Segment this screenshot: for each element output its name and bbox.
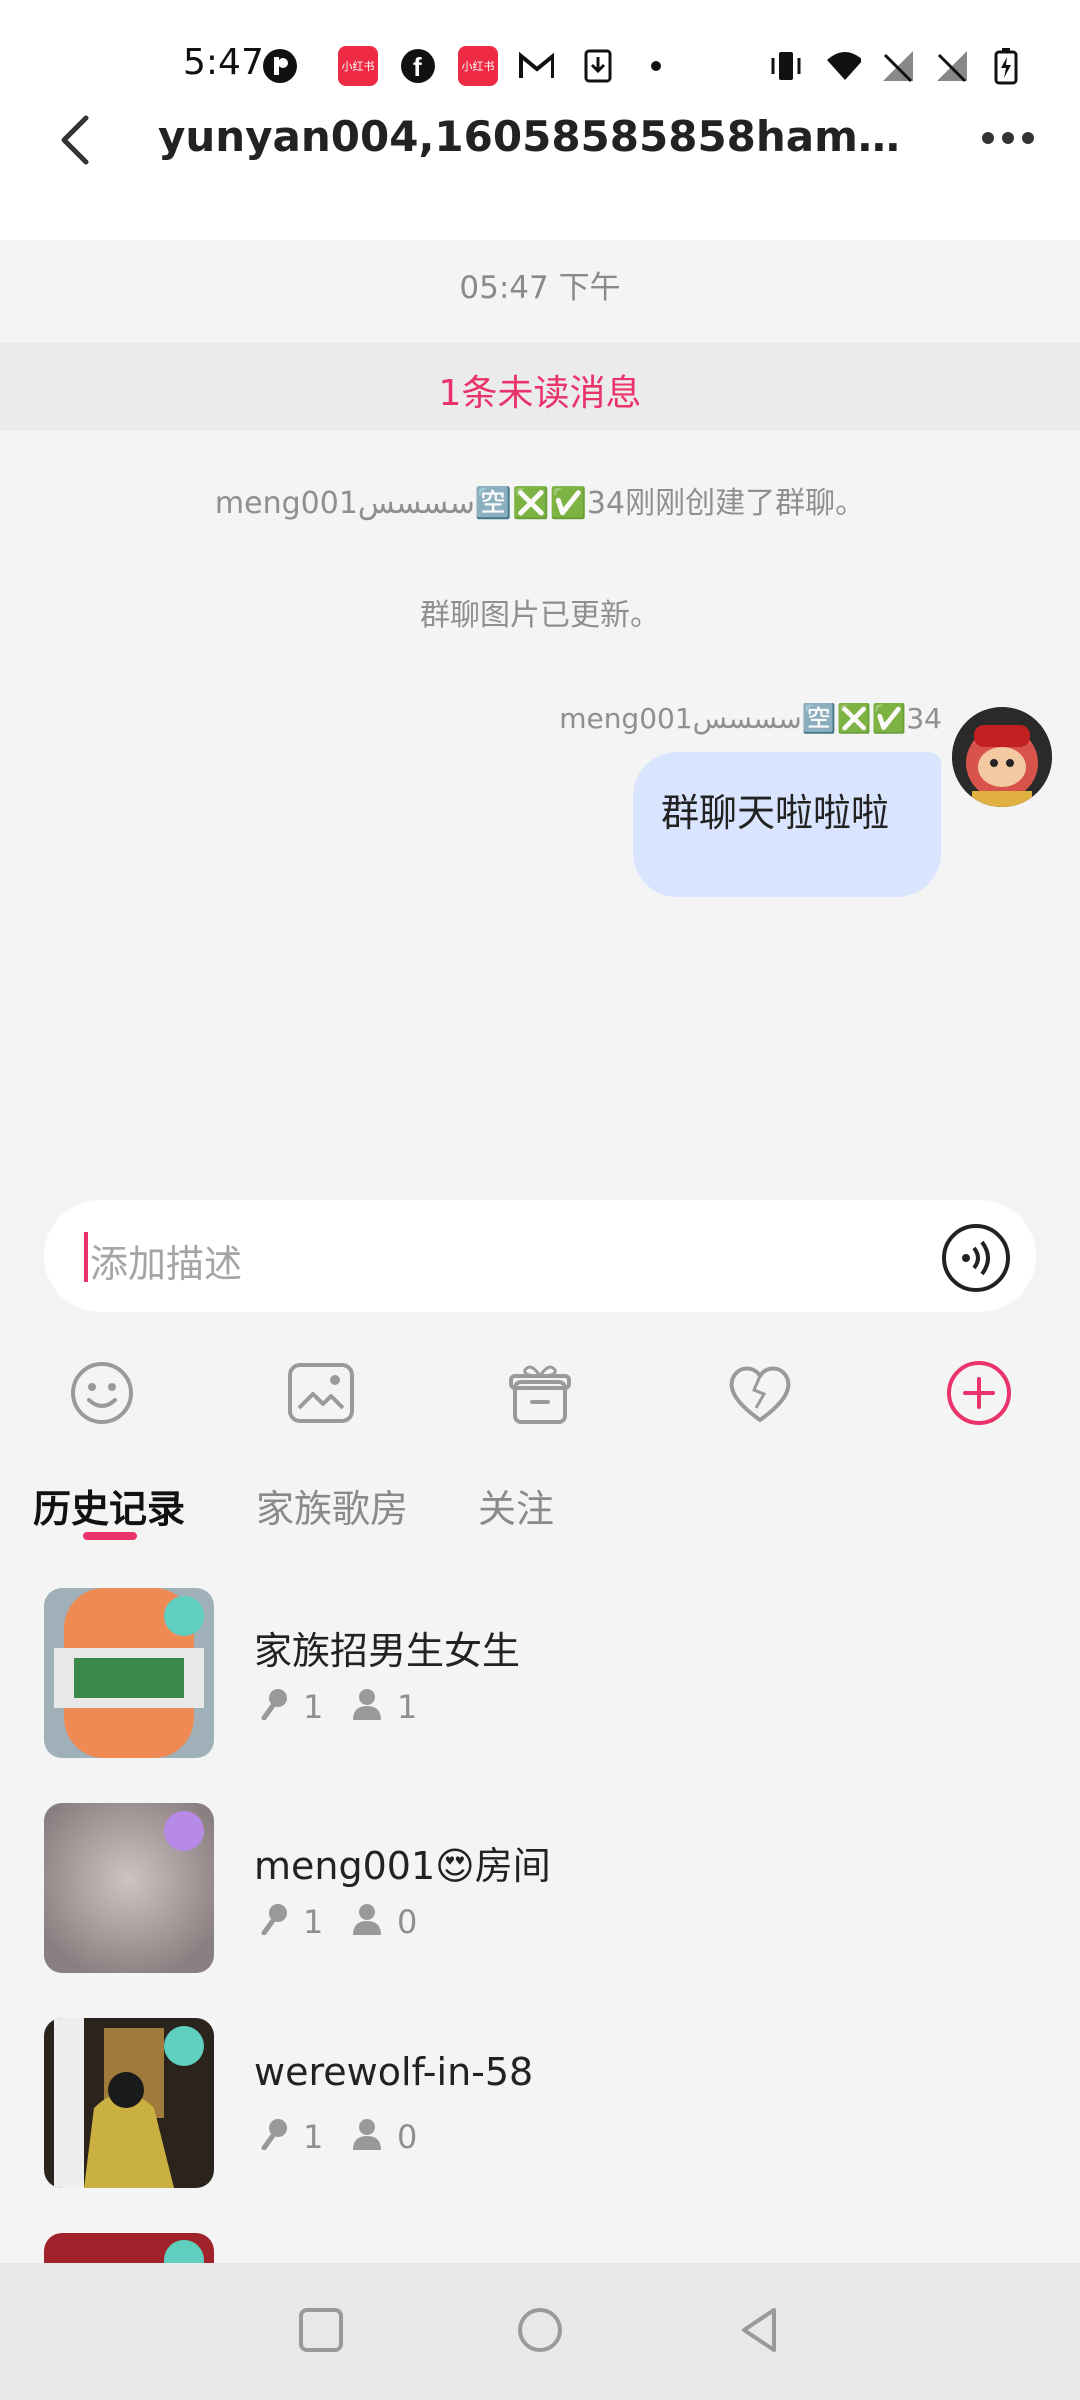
room-name: 家族招男生女生: [254, 1629, 521, 1673]
vibrate-icon: [768, 48, 804, 84]
user-count: 1: [397, 1688, 418, 1726]
svg-text:f: f: [413, 52, 422, 82]
no-signal-icon: [934, 48, 970, 84]
emoji-icon[interactable]: [64, 1355, 140, 1431]
battery-charging-icon: [988, 48, 1024, 85]
chat-title: yunyan004,16058585858hammmm...: [158, 112, 928, 161]
tab-following[interactable]: 关注: [478, 1478, 554, 1533]
p-icon: [262, 48, 298, 84]
message-bubble[interactable]: 群聊天啦啦啦: [633, 752, 941, 897]
back-button[interactable]: [52, 110, 102, 170]
tab-history[interactable]: 历史记录: [33, 1478, 185, 1533]
user-count: 0: [397, 1903, 418, 1941]
tab-family-room[interactable]: 家族歌房: [256, 1478, 408, 1533]
room-level-badge-icon: [164, 1811, 204, 1851]
no-signal-icon: [880, 48, 916, 84]
dot-icon: [638, 48, 674, 84]
mic-icon: [260, 2118, 288, 2158]
user-icon: [352, 2118, 382, 2158]
xiaohongshu-icon: 小红书: [338, 46, 378, 86]
mic-icon: [260, 1688, 288, 1728]
input-placeholder: 添加描述: [90, 1242, 243, 1286]
back-nav-button[interactable]: [730, 2300, 790, 2360]
system-message: meng001سسسس🈳❎✅34刚刚创建了群聊。: [214, 486, 866, 521]
recents-button[interactable]: [291, 2300, 351, 2360]
mic-count: 1: [303, 1688, 324, 1726]
active-tab-indicator: [83, 1532, 137, 1540]
image-icon[interactable]: [283, 1355, 359, 1431]
wifi-icon: [825, 48, 861, 84]
sender-name: meng001سسسس🈳❎✅34: [559, 702, 942, 735]
user-icon: [352, 1688, 382, 1728]
facebook-icon: f: [400, 48, 436, 84]
room-name: werewolf-in-58: [254, 2050, 534, 2094]
download-icon: [580, 48, 616, 84]
user-icon: [352, 1903, 382, 1943]
mic-icon: [260, 1903, 288, 1943]
gift-icon[interactable]: [502, 1355, 578, 1431]
xhs-label: 小红书: [461, 60, 495, 73]
status-time: 5:47: [183, 42, 264, 83]
room-level-badge-icon: [164, 1596, 204, 1636]
room-name: meng001😍房间: [254, 1844, 551, 1888]
system-message: 群聊图片已更新。: [420, 598, 660, 633]
home-button[interactable]: [510, 2300, 570, 2360]
room-level-badge-icon: [164, 2026, 204, 2066]
text-caret: [84, 1232, 88, 1282]
heart-icon[interactable]: [722, 1355, 798, 1431]
avatar[interactable]: [952, 707, 1052, 807]
mic-count: 1: [303, 1903, 324, 1941]
unread-label: 1条未读消息: [438, 373, 642, 414]
chat-timestamp: 05:47 下午: [459, 270, 621, 306]
more-options-button[interactable]: [980, 118, 1036, 158]
gmail-icon: [518, 48, 554, 84]
mic-count: 1: [303, 2118, 324, 2156]
xiaohongshu-icon: 小红书: [458, 46, 498, 86]
xhs-label: 小红书: [341, 60, 375, 73]
plus-icon[interactable]: [941, 1355, 1017, 1431]
voice-button[interactable]: [940, 1222, 1012, 1294]
user-count: 0: [397, 2118, 418, 2156]
